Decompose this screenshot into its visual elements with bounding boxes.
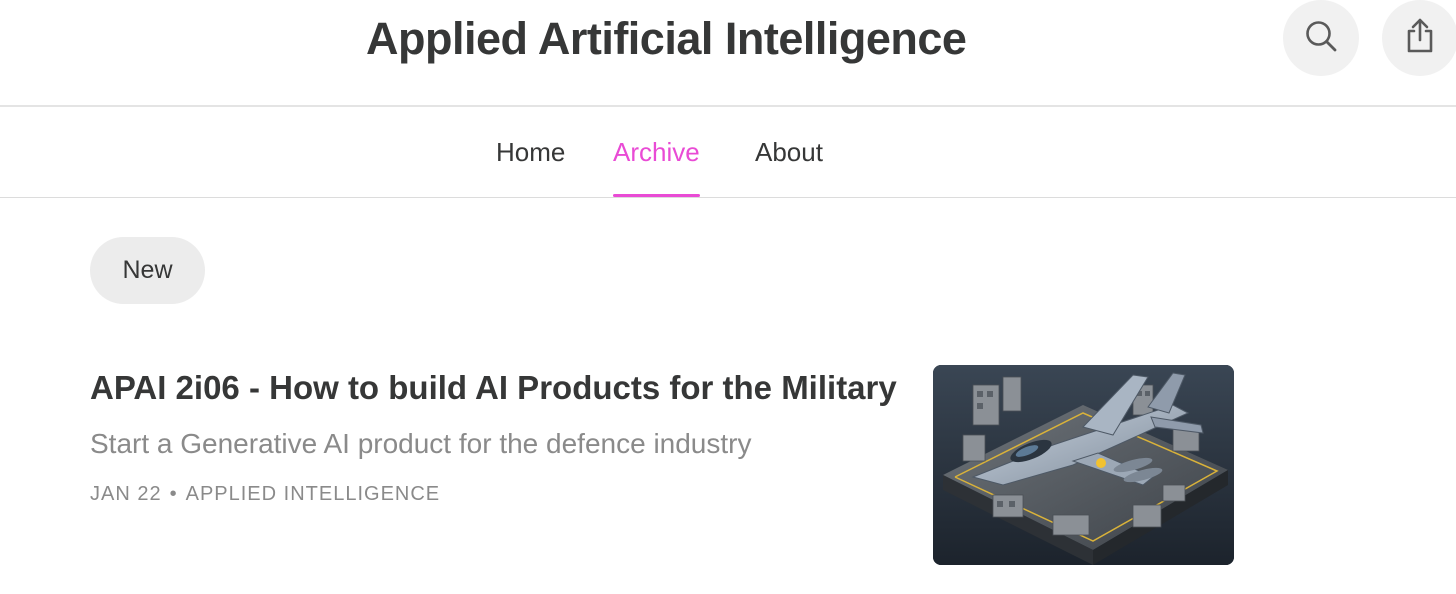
search-button[interactable] — [1283, 0, 1359, 76]
meta-separator: • — [169, 483, 178, 505]
tab-archive[interactable]: Archive — [613, 107, 700, 197]
post-meta: JAN 22 • APPLIED INTELLIGENCE — [90, 481, 440, 507]
publication-nav: Home Archive About — [0, 107, 1456, 198]
search-icon — [1303, 18, 1339, 59]
publication-title[interactable]: Applied Artificial Intelligence — [366, 12, 967, 66]
publication-header: Applied Artificial Intelligence — [0, 0, 1456, 107]
post-author[interactable]: APPLIED INTELLIGENCE — [186, 483, 441, 505]
share-icon — [1403, 17, 1437, 60]
post-thumbnail[interactable] — [933, 365, 1234, 565]
post-date: JAN 22 — [90, 483, 162, 505]
post-subtitle[interactable]: Start a Generative AI product for the de… — [90, 426, 752, 462]
post-title[interactable]: APAI 2i06 - How to build AI Products for… — [90, 366, 897, 410]
tab-home[interactable]: Home — [496, 107, 565, 197]
sort-new-button[interactable]: New — [90, 237, 205, 304]
tab-about[interactable]: About — [755, 107, 823, 197]
share-button[interactable] — [1382, 0, 1456, 76]
fighter-jet-illustration — [933, 365, 1234, 565]
